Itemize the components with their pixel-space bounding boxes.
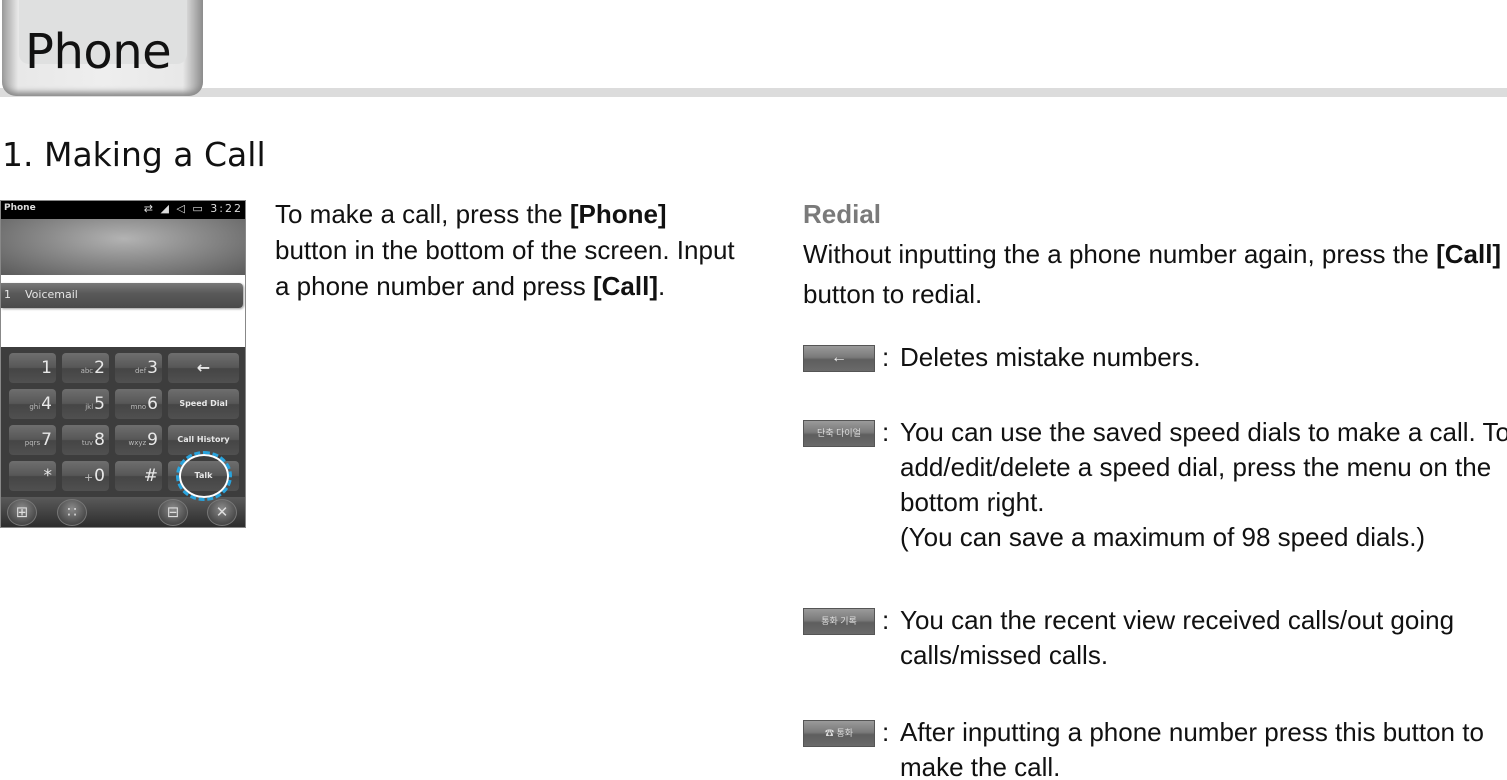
call-button-ref: [Call]	[1436, 239, 1502, 269]
battery-icon: ▭	[192, 202, 205, 215]
backspace-key[interactable]: ←	[168, 353, 239, 383]
list-item-label: Voicemail	[25, 288, 78, 301]
call-button-icon: ☎ 통화	[803, 720, 875, 747]
signal-icon: ◢	[160, 202, 171, 215]
key-8[interactable]: tuv8	[62, 425, 109, 455]
key-0[interactable]: +0	[62, 461, 109, 491]
item-note: (You can save a maximum of 98 speed dial…	[900, 522, 1426, 552]
item-text: After inputting a phone number press thi…	[900, 717, 1484, 780]
item-text: You can the recent view received calls/o…	[900, 605, 1455, 670]
call-history-button-icon: 통화 기록	[803, 608, 875, 635]
windows-icon[interactable]: ⊞	[7, 499, 37, 526]
intro-text: To make a call, press the [Phone] button…	[275, 199, 735, 301]
keypad-icon[interactable]: ∷	[57, 499, 87, 526]
key-1[interactable]: 1	[9, 353, 56, 383]
list-item-voicemail[interactable]: 1 Voicemail	[1, 283, 243, 308]
page-title: Phone	[25, 24, 172, 80]
phone-banner	[1, 219, 245, 275]
sync-icon: ⇄	[143, 202, 155, 215]
key-2[interactable]: abc2	[62, 353, 109, 383]
item-text: Deletes mistake numbers.	[900, 342, 1201, 372]
menu-icon[interactable]: ⊟	[158, 499, 188, 526]
backspace-button-icon: ←	[803, 345, 875, 372]
softkey-bar: ⊞ ∷ ⊟ ✕	[1, 497, 245, 527]
speed-dial-button-icon: 단축 다이얼	[803, 420, 875, 447]
key-6[interactable]: mno6	[115, 389, 162, 419]
key-7[interactable]: pqrs7	[9, 425, 56, 455]
call-button-ref: [Call]	[593, 271, 658, 301]
list-item-number: 1	[4, 288, 11, 301]
status-title: Phone	[4, 203, 36, 213]
status-icons: ⇄ ◢ ◁ ▭ 3:22	[144, 202, 243, 215]
phone-button-ref: [Phone]	[569, 199, 667, 229]
key-star[interactable]: *	[9, 461, 56, 491]
speed-dial-key[interactable]: Speed Dial	[168, 389, 239, 419]
close-icon[interactable]: ✕	[207, 499, 237, 526]
status-time: 3:22	[210, 202, 243, 215]
volume-icon: ◁	[176, 202, 187, 215]
redial-description: Without inputting the a phone number aga…	[803, 239, 1502, 309]
redial-title: Redial	[803, 199, 882, 229]
item-text: You can use the saved speed dials to mak…	[900, 417, 1507, 517]
key-3[interactable]: def3	[115, 353, 162, 383]
key-4[interactable]: ghi4	[9, 389, 56, 419]
status-bar: Phone ⇄ ◢ ◁ ▭ 3:22	[1, 201, 245, 219]
key-5[interactable]: jkl5	[62, 389, 109, 419]
key-9[interactable]: wxyz9	[115, 425, 162, 455]
header-divider	[0, 88, 1507, 97]
talk-highlight-circle	[176, 451, 232, 501]
section-title: 1. Making a Call	[2, 135, 266, 174]
key-hash[interactable]: #	[115, 461, 162, 491]
